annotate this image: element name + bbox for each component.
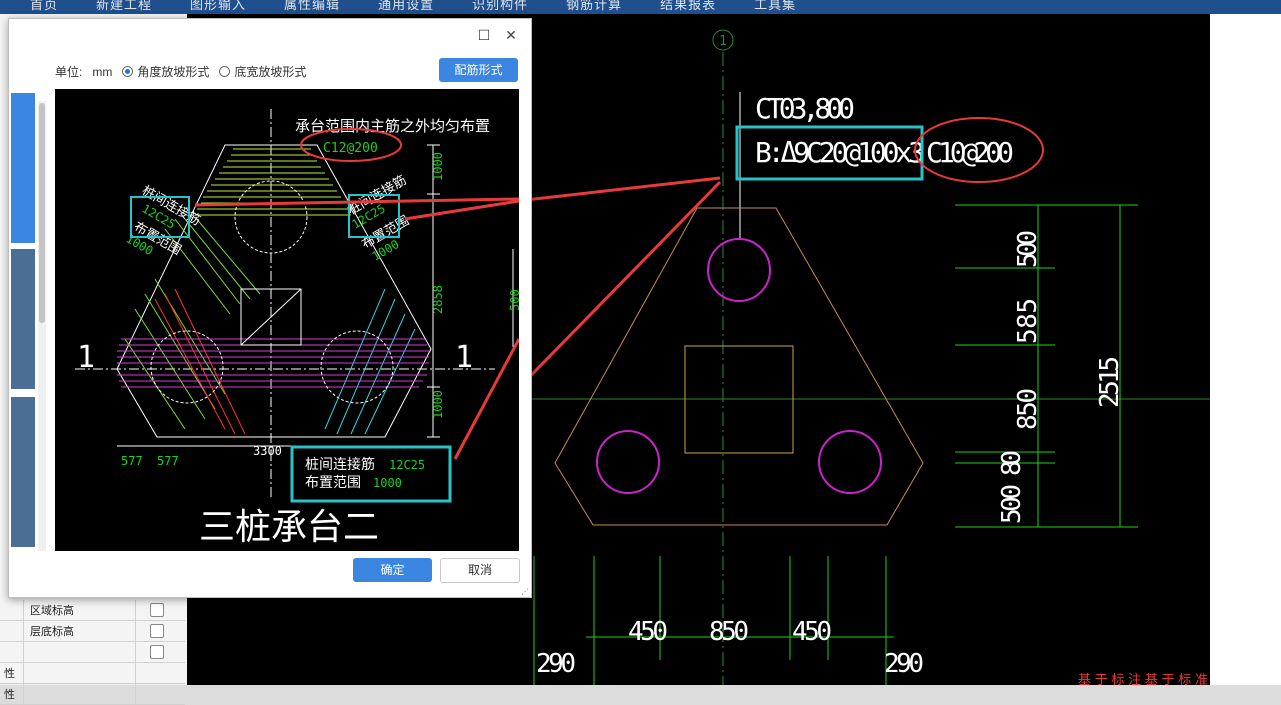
unit-label: 单位: (55, 65, 83, 79)
rebar-hatch-cyan (324, 288, 416, 435)
radio-angle-slope[interactable] (122, 66, 134, 77)
highlight-box-bottom (290, 445, 452, 503)
resize-grip-icon[interactable]: ⋰ (521, 587, 529, 596)
thumbnail[interactable] (11, 397, 35, 547)
close-icon[interactable]: ✕ (503, 27, 519, 43)
dim-500-top: 500 (1013, 230, 1043, 268)
right-margin (1210, 14, 1281, 685)
row-prefix (0, 621, 24, 641)
maximize-icon[interactable]: ☐ (476, 27, 492, 43)
dim-850: 850 (1013, 388, 1043, 430)
property-checkbox[interactable] (150, 645, 164, 659)
property-checkbox[interactable] (150, 624, 164, 638)
row-prefix: 性 (0, 663, 24, 683)
menu-tab-6[interactable]: 钢筋计算 (566, 0, 622, 13)
pile-circle (818, 430, 882, 494)
dim-290-left: 290 (536, 649, 576, 679)
b-label-a: B:Δ9C20@100x3 (755, 136, 925, 169)
rebar-config-dialog: ☐ ✕ 单位: mm 角度放坡形式 底宽放坡形式 配筋形式 1000 2858 … (8, 18, 532, 598)
config-form-button[interactable]: 配筋形式 (439, 58, 518, 82)
bottom-range: 1000 (373, 476, 402, 490)
dim-3300: 3300 (253, 444, 282, 458)
property-row[interactable]: 性 (0, 684, 185, 705)
menu-tab-2[interactable]: 图形输入 (190, 0, 246, 13)
property-checkbox[interactable] (150, 603, 164, 617)
diagram-title: 三桩承台二 (199, 507, 379, 548)
menu-tab-8[interactable]: 工具集 (754, 0, 796, 13)
dim-80: 80 (997, 450, 1027, 476)
bottom-label1: 桩间连接筋 (305, 456, 375, 473)
dim-1000-a: 1000 (431, 152, 445, 181)
radio-bottom-width-slope-label[interactable]: 底宽放坡形式 (234, 63, 306, 80)
property-name (24, 642, 136, 662)
bottom-note: 基于标注基于标准 (1078, 673, 1208, 685)
menu-tab-7[interactable]: 结果报表 (660, 0, 716, 13)
thumbnail-list[interactable] (11, 89, 46, 551)
menu-tab-1[interactable]: 新建工程 (96, 0, 152, 13)
property-grid: 区域标高 层底标高 性 性 (0, 600, 185, 705)
scrollbar-thumb[interactable] (39, 103, 45, 323)
diagram-dim-lines (117, 144, 514, 447)
menu-tabs: 首页 新建工程 图形输入 属性编辑 通用设置 识别构件 钢筋计算 结果报表 工具… (30, 0, 796, 13)
dim-2515: 2515 (1095, 356, 1125, 408)
right-dimension-text: 500 585 850 80 500 2515 (997, 230, 1125, 524)
dim-585: 585 (1013, 298, 1043, 344)
radio-bottom-width-slope[interactable] (219, 66, 231, 77)
radio-angle-slope-label[interactable]: 角度放坡形式 (137, 63, 209, 80)
axis-label-left: 1 (77, 340, 95, 375)
dim-577-b: 577 (157, 454, 179, 468)
b-label-b: C10@200 (926, 136, 1014, 169)
thumbnail-scrollbar[interactable] (38, 101, 46, 551)
dim-450-right: 450 (792, 617, 832, 647)
row-prefix (0, 600, 24, 620)
pile-circle (596, 430, 660, 494)
cancel-button[interactable]: 取消 (440, 558, 520, 583)
menu-tab-4[interactable]: 通用设置 (378, 0, 434, 13)
bottom-label2: 布置范围 (305, 474, 361, 491)
app-menu-bar: 首页 新建工程 图形输入 属性编辑 通用设置 识别构件 钢筋计算 结果报表 工具… (0, 0, 1281, 14)
menu-tab-3[interactable]: 属性编辑 (284, 0, 340, 13)
dim-500: 500 (508, 289, 519, 311)
diagram-svg: 1000 2858 1000 500 577 577 3300 承台范围内主筋之… (75, 109, 522, 548)
row-prefix (0, 642, 24, 662)
bottom-rebar: 12C25 (389, 458, 425, 472)
axis-mark: 1 (719, 34, 727, 49)
pile-cap-outline (554, 207, 924, 526)
pile-cap-diagram: 1000 2858 1000 500 577 577 3300 承台范围内主筋之… (55, 89, 522, 551)
thumbnail[interactable] (11, 249, 35, 389)
dim-1000-b: 1000 (431, 390, 445, 419)
property-row[interactable]: 区域标高 (0, 600, 185, 621)
menu-tab-5[interactable]: 识别构件 (472, 0, 528, 13)
dim-450-left: 450 (628, 617, 668, 647)
property-name: 层底标高 (24, 621, 136, 641)
property-name: 区域标高 (24, 600, 136, 620)
diagram-pile (320, 330, 394, 404)
dim-850-bottom: 850 (709, 617, 749, 647)
dim-290-right: 290 (884, 649, 924, 679)
rebar-top: C12@200 (323, 141, 378, 156)
property-row[interactable]: 层底标高 (0, 621, 185, 642)
axis-label-right: 1 (455, 340, 473, 375)
ct-label: CT03,800 (755, 92, 855, 125)
row-prefix: 性 (0, 684, 24, 704)
dim-577-a: 577 (121, 454, 143, 468)
unit-row: 单位: mm 角度放坡形式 底宽放坡形式 (55, 63, 306, 80)
rebar-hatch-magenta (117, 338, 429, 388)
menu-tab-0[interactable]: 首页 (30, 0, 58, 13)
property-row[interactable] (0, 642, 185, 663)
property-name (24, 663, 136, 683)
ok-button[interactable]: 确定 (353, 558, 432, 582)
dim-2858: 2858 (431, 285, 445, 314)
unit-value: mm (92, 64, 113, 79)
pile-circle (707, 238, 771, 302)
thumbnail-selected[interactable] (11, 93, 35, 243)
property-row[interactable]: 性 (0, 663, 185, 684)
dim-500-bot: 500 (997, 484, 1027, 524)
property-name (24, 684, 136, 704)
